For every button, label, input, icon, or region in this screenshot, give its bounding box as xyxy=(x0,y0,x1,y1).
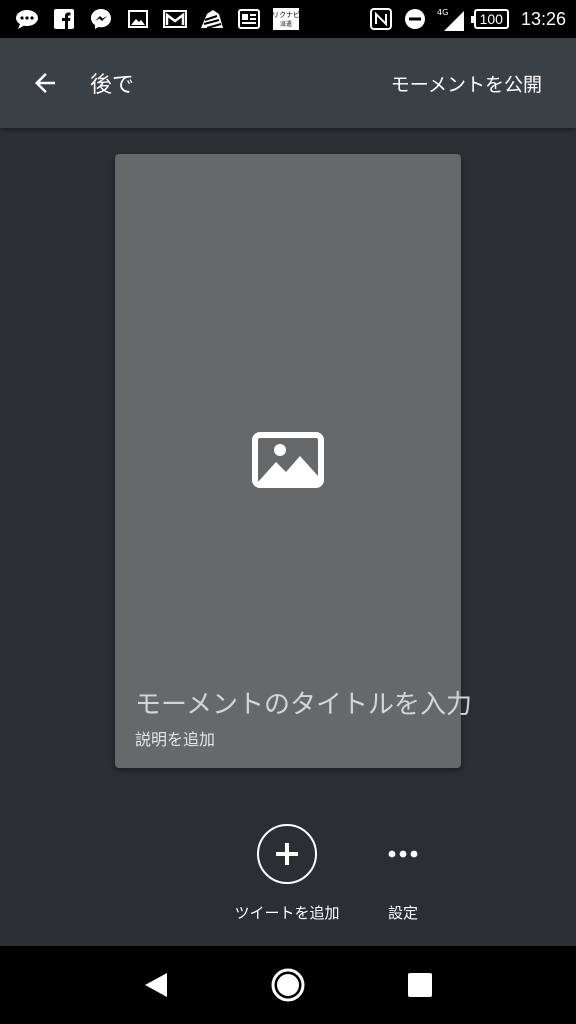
nav-recents-button[interactable] xyxy=(390,955,450,1015)
add-circle[interactable] xyxy=(257,824,317,884)
rikunabi-icon: リクナビ 派遣 xyxy=(273,7,299,31)
moment-description-input[interactable]: 説明を追加 xyxy=(135,726,215,750)
signal-icon: 4G xyxy=(436,7,466,31)
nav-recents-icon xyxy=(408,973,432,997)
nav-home-icon xyxy=(271,968,305,1002)
add-tweet-label: ツイートを追加 xyxy=(234,904,340,922)
svg-text:リクナビ: リクナビ xyxy=(273,10,299,19)
gallery-icon xyxy=(125,7,151,31)
notification-icons: リクナビ 派遣 xyxy=(14,7,368,31)
plus-icon xyxy=(276,843,298,865)
zebra-icon xyxy=(199,7,225,31)
settings-label: 設定 xyxy=(387,904,418,922)
facebook-icon xyxy=(51,7,77,31)
publish-moment-button[interactable]: モーメントを公開 xyxy=(381,70,576,97)
dnd-icon xyxy=(402,7,428,31)
image-placeholder-icon[interactable] xyxy=(252,432,324,488)
moment-title-input[interactable]: モーメントのタイトルを入力 xyxy=(135,684,472,721)
battery-icon: 100 xyxy=(470,9,509,29)
nav-home-button[interactable] xyxy=(258,955,318,1015)
page-title: 後で xyxy=(90,73,135,98)
nfc-icon xyxy=(368,7,394,31)
svg-text:派遣: 派遣 xyxy=(280,20,292,28)
battery-level: 100 xyxy=(479,11,503,27)
settings-button[interactable]: 設定 xyxy=(370,824,436,923)
news-icon xyxy=(236,7,262,31)
add-tweet-button[interactable]: ツイートを追加 xyxy=(234,824,340,923)
more-icon[interactable] xyxy=(373,824,433,884)
app-bar: 後で モーメントを公開 xyxy=(0,38,576,128)
nav-back-button[interactable] xyxy=(126,955,186,1015)
status-bar: リクナビ 派遣 4G 100 13:26 xyxy=(0,0,576,38)
svg-text:4G: 4G xyxy=(437,8,448,17)
system-icons: 4G 100 13:26 xyxy=(368,7,566,31)
arrow-back-icon xyxy=(35,73,55,93)
clock: 13:26 xyxy=(520,8,566,29)
gmail-icon xyxy=(162,7,188,31)
messenger-icon xyxy=(88,7,114,31)
moment-cover-card[interactable]: モーメントのタイトルを入力 説明を追加 xyxy=(115,154,472,768)
nav-back-icon xyxy=(145,973,167,997)
back-button[interactable] xyxy=(0,38,90,128)
chat-icon xyxy=(14,7,40,31)
system-nav-bar xyxy=(0,946,576,1024)
